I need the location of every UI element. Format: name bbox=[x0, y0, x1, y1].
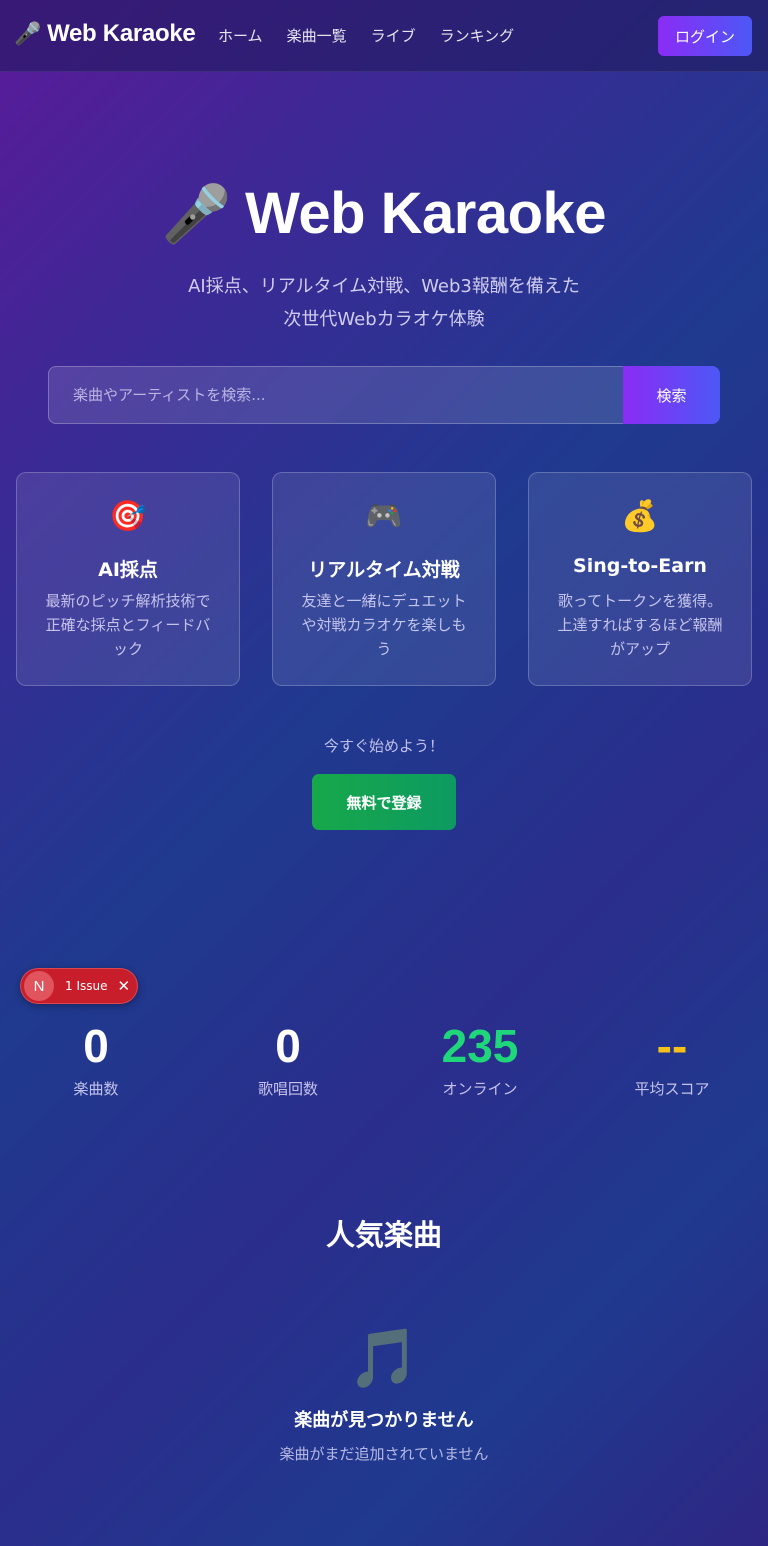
stat-sing-count: 0 歌唱回数 bbox=[192, 1018, 384, 1099]
stat-value: -- bbox=[656, 1020, 688, 1072]
issue-badge[interactable]: N 1 Issue ✕ bbox=[20, 968, 138, 1004]
hero-title: 🎤 Web Karaoke bbox=[0, 180, 768, 247]
feature-title: AI採点 bbox=[98, 559, 158, 581]
issue-count[interactable]: 1 Issue bbox=[65, 979, 107, 993]
gamepad-icon: 🎮 bbox=[365, 499, 403, 534]
stat-song-count: 0 楽曲数 bbox=[0, 1018, 192, 1099]
stat-label: オンライン bbox=[442, 1080, 518, 1098]
nextjs-logo-icon: N bbox=[24, 971, 54, 1001]
search-button[interactable]: 検索 bbox=[623, 366, 720, 424]
hero-subtitle: AI採点、リアルタイム対戦、Web3報酬を備えた 次世代Webカラオケ体験 bbox=[0, 270, 768, 336]
feature-title: Sing-to-Earn bbox=[573, 555, 707, 577]
search-input[interactable] bbox=[48, 366, 623, 424]
hero-subtitle-line2: 次世代Webカラオケ体験 bbox=[283, 309, 485, 330]
feature-title: リアルタイム対戦 bbox=[308, 559, 460, 581]
nav-link-songs[interactable]: 楽曲一覧 bbox=[287, 25, 347, 46]
nav-links: ホーム 楽曲一覧 ライブ ランキング bbox=[218, 25, 514, 46]
feature-description: 友達と一緒にデュエットや対戦カラオケを楽しもう bbox=[301, 592, 467, 658]
stat-average-score: -- 平均スコア bbox=[576, 1018, 768, 1099]
brand-logo[interactable]: 🎤 Web Karaoke bbox=[14, 20, 196, 48]
cta-text: 今すぐ始めよう！ bbox=[323, 737, 444, 755]
stat-label: 歌唱回数 bbox=[257, 1080, 318, 1098]
microphone-icon: 🎤 bbox=[161, 181, 232, 245]
nav-link-live[interactable]: ライブ bbox=[371, 25, 416, 46]
brand-name: Web Karaoke bbox=[47, 20, 196, 47]
nav-link-home[interactable]: ホーム bbox=[218, 25, 263, 46]
empty-state-title: 楽曲が見つかりません bbox=[294, 1410, 474, 1431]
feature-card-ai-scoring: 🎯 AI採点 最新のピッチ解析技術で正確な採点とフィードバック bbox=[16, 472, 240, 686]
nav-link-ranking[interactable]: ランキング bbox=[440, 25, 515, 46]
stat-label: 楽曲数 bbox=[73, 1080, 119, 1098]
navbar: 🎤 Web Karaoke ホーム 楽曲一覧 ライブ ランキング ログイン bbox=[0, 0, 768, 72]
search-bar: 検索 bbox=[48, 366, 720, 424]
stat-value: 235 bbox=[441, 1020, 519, 1072]
register-button[interactable]: 無料で登録 bbox=[312, 774, 456, 830]
login-button[interactable]: ログイン bbox=[658, 16, 752, 56]
stat-value: 0 bbox=[275, 1020, 301, 1072]
feature-card-sing-to-earn: 💰 Sing-to-Earn 歌ってトークンを獲得。上達すればするほど報酬がアッ… bbox=[528, 472, 752, 686]
popular-songs-title: 人気楽曲 bbox=[325, 1218, 442, 1252]
feature-description: 歌ってトークンを獲得。上達すればするほど報酬がアップ bbox=[557, 592, 723, 658]
close-icon[interactable]: ✕ bbox=[117, 977, 130, 995]
feature-card-realtime-battle: 🎮 リアルタイム対戦 友達と一緒にデュエットや対戦カラオケを楽しもう bbox=[272, 472, 496, 686]
target-icon: 🎯 bbox=[109, 499, 147, 534]
feature-description: 最新のピッチ解析技術で正確な採点とフィードバック bbox=[45, 592, 211, 658]
microphone-icon: 🎤 bbox=[14, 21, 42, 46]
stat-value: 0 bbox=[83, 1020, 109, 1072]
hero-subtitle-line1: AI採点、リアルタイム対戦、Web3報酬を備えた bbox=[188, 276, 580, 297]
money-bag-icon: 💰 bbox=[621, 499, 659, 534]
music-note-icon: 🎵 bbox=[347, 1324, 421, 1392]
stat-label: 平均スコア bbox=[634, 1080, 710, 1098]
hero-title-text: Web Karaoke bbox=[245, 181, 607, 246]
empty-state-subtitle: 楽曲がまだ追加されていません bbox=[279, 1445, 489, 1463]
stat-online: 235 オンライン bbox=[384, 1018, 576, 1099]
